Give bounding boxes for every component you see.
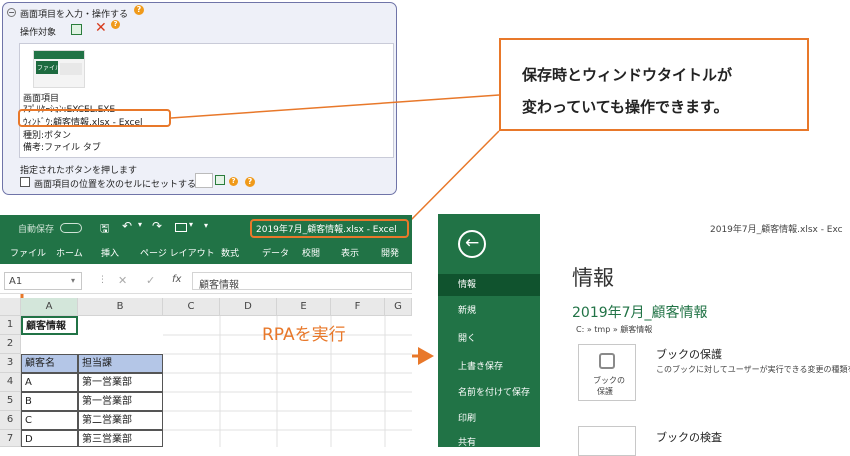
callout-connector-bottom	[408, 130, 500, 223]
column-header[interactable]: B	[78, 298, 163, 316]
name-box-dropdown-icon[interactable]: ▾	[71, 276, 75, 285]
nav-share[interactable]: 共有	[438, 432, 540, 454]
callout-connector-top	[170, 94, 500, 119]
protect-description: このブックに対してユーザーが実行できる変更の種類を	[656, 365, 850, 374]
insert-function-icon[interactable]: fx	[172, 274, 181, 285]
row-header[interactable]: 5	[0, 392, 21, 411]
title-highlight	[250, 219, 409, 238]
inspect-workbook-button[interactable]	[578, 426, 636, 456]
cell-a5[interactable]: B	[21, 392, 78, 411]
open-folder-icon[interactable]	[175, 223, 187, 232]
nav-print[interactable]: 印刷	[438, 408, 540, 430]
row-header[interactable]: 1	[0, 316, 21, 335]
lock-icon	[599, 353, 615, 369]
callout-box: 保存時とウィンドウタイトルが 変わっていても操作できます。	[499, 38, 809, 131]
tab-view[interactable]: 表示	[341, 246, 359, 259]
formula-input[interactable]: 顧客情報	[192, 272, 412, 291]
tab-page-layout[interactable]: ページ レイアウト	[140, 246, 215, 259]
formula-bar: A1 ▾ ⋮ ✕ ✓ fx 顧客情報	[0, 268, 412, 294]
protect-title: ブックの保護	[656, 348, 722, 361]
nav-open[interactable]: 開く	[438, 328, 540, 350]
protect-workbook-button[interactable]: ブックの 保護	[578, 344, 636, 401]
row-header[interactable]: 3	[0, 354, 21, 373]
column-header[interactable]: E	[277, 298, 331, 316]
more-icon: ⋮	[98, 275, 107, 285]
column-header[interactable]: G	[385, 298, 412, 316]
file-path: C: » tmp » 顧客情報	[576, 325, 653, 334]
back-icon[interactable]: ←	[458, 230, 486, 258]
name-box[interactable]: A1 ▾	[4, 272, 82, 290]
select-all-corner[interactable]	[0, 298, 21, 316]
inspect-title: ブックの検査	[656, 431, 722, 444]
autosave-toggle[interactable]	[60, 223, 82, 233]
cancel-icon[interactable]: ✕	[118, 274, 127, 287]
file-name: 2019年7月_顧客情報	[572, 305, 708, 321]
arrow-label: RPAを実行	[262, 325, 346, 345]
cell-a3[interactable]: 顧客名	[21, 354, 78, 373]
nav-info[interactable]: 情報	[438, 274, 540, 296]
window-title: 2019年7月_顧客情報.xlsx - Exc	[710, 225, 843, 235]
cell-a1[interactable]: 顧客情報	[21, 316, 78, 335]
row-header[interactable]: 2	[0, 335, 21, 354]
tab-data[interactable]: データ	[262, 246, 289, 259]
callout-line2: 変わっていても操作できます。	[522, 98, 729, 116]
cell-b6[interactable]: 第二営業部	[78, 411, 163, 430]
customize-qat-icon[interactable]: ▾	[204, 221, 208, 230]
cell-b7[interactable]: 第三営業部	[78, 430, 163, 447]
row-header[interactable]: 4	[0, 373, 21, 392]
cell-a6[interactable]: C	[21, 411, 78, 430]
tab-home[interactable]: ホーム	[56, 246, 83, 259]
undo-dropdown-icon[interactable]: ▾	[138, 220, 142, 229]
cell-b5[interactable]: 第一営業部	[78, 392, 163, 411]
folder-dropdown-icon[interactable]: ▾	[189, 220, 193, 229]
cell-b3[interactable]: 担当課	[78, 354, 163, 373]
undo-icon[interactable]: ↶	[122, 219, 132, 233]
tab-review[interactable]: 校閲	[302, 246, 320, 259]
nav-save-as[interactable]: 名前を付けて保存	[438, 382, 540, 404]
tab-formulas[interactable]: 数式	[221, 246, 239, 259]
backstage-main: 2019年7月_顧客情報.xlsx - Exc 情報 2019年7月_顧客情報 …	[540, 214, 850, 456]
cell-b4[interactable]: 第一営業部	[78, 373, 163, 392]
column-header[interactable]: D	[220, 298, 277, 316]
cell-a4[interactable]: A	[21, 373, 78, 392]
tab-insert[interactable]: 挿入	[101, 246, 119, 259]
column-header[interactable]: C	[163, 298, 220, 316]
tab-file[interactable]: ファイル	[10, 246, 46, 259]
cell-a7[interactable]: D	[21, 430, 78, 447]
autosave-label: 自動保存	[18, 225, 55, 235]
page-heading: 情報	[572, 266, 614, 290]
nav-save[interactable]: 上書き保存	[438, 356, 540, 378]
backstage-nav: ← 情報 新規 開く 上書き保存 名前を付けて保存 印刷 共有	[438, 214, 540, 448]
spreadsheet-grid: A B C D E F G 1 2 3 4 5 6 7 顧客情報 顧客名 担当課…	[0, 298, 412, 447]
row-header[interactable]: 6	[0, 411, 21, 430]
redo-icon[interactable]: ↷	[152, 219, 162, 233]
enter-icon[interactable]: ✓	[146, 274, 155, 287]
flow-arrow-head	[418, 347, 434, 365]
save-icon[interactable]: 🖫	[100, 220, 109, 239]
row-header[interactable]: 7	[0, 430, 21, 447]
column-header[interactable]: F	[331, 298, 385, 316]
callout-line1: 保存時とウィンドウタイトルが	[522, 66, 733, 84]
ribbon-tabs: ファイル ホーム 挿入 ページ レイアウト 数式 データ 校閲 表示 開発	[0, 241, 412, 264]
nav-new[interactable]: 新規	[438, 300, 540, 322]
column-header[interactable]: A	[21, 298, 78, 316]
tab-developer[interactable]: 開発	[381, 246, 399, 259]
